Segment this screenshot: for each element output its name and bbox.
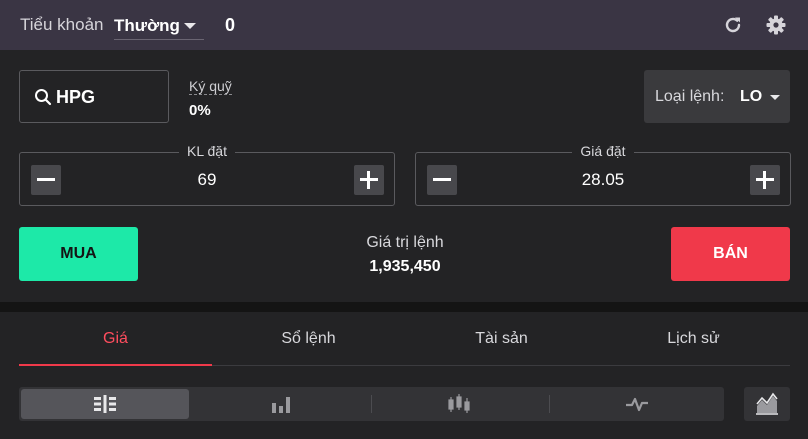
account-type-select[interactable]: Thường <box>114 13 204 40</box>
advanced-chart-button[interactable] <box>744 387 790 421</box>
area-chart-icon <box>756 392 778 415</box>
orderbook-icon <box>94 395 116 413</box>
quantity-label: KL đặt <box>179 143 235 159</box>
account-number: 0 <box>225 15 236 35</box>
view-volume-button[interactable] <box>197 389 365 419</box>
order-type-select[interactable]: Loại lệnh: LO <box>644 70 790 123</box>
line-chart-icon <box>626 397 648 412</box>
order-value-label: Giá trị lệnh <box>366 234 444 251</box>
price-input[interactable]: 28.05 <box>416 170 790 190</box>
account-bar: Tiểu khoản Thường 0 <box>0 0 808 50</box>
account-label: Tiểu khoản <box>20 15 104 34</box>
tab-history[interactable]: Lịch sử <box>597 312 790 366</box>
quantity-input[interactable]: 69 <box>20 170 394 190</box>
buy-button[interactable]: MUA <box>19 227 138 281</box>
chevron-down-icon <box>184 23 196 29</box>
refresh-icon[interactable] <box>722 14 744 36</box>
chevron-down-icon <box>770 95 780 100</box>
gear-icon[interactable] <box>765 14 787 36</box>
order-panel: HPG Ký quỹ 0% Loại lệnh: LO KL đặt 69 Gi… <box>0 50 808 302</box>
quantity-field: KL đặt 69 <box>19 143 395 206</box>
price-label: Giá đặt <box>572 143 634 159</box>
bar-chart-icon <box>272 397 290 413</box>
tab-assets[interactable]: Tài sản <box>405 312 598 366</box>
tab-bar: Giá Sổ lệnh Tài sản Lịch sử <box>19 312 790 366</box>
margin-label: Ký quỹ <box>189 78 232 95</box>
order-value: 1,935,450 <box>369 258 441 275</box>
tab-price[interactable]: Giá <box>19 312 212 366</box>
price-increase-button[interactable] <box>750 165 780 195</box>
quantity-increase-button[interactable] <box>354 165 384 195</box>
margin-value: 0% <box>189 102 211 119</box>
symbol-value: HPG <box>56 87 96 107</box>
view-candlestick-button[interactable] <box>375 389 543 419</box>
tab-order-book[interactable]: Sổ lệnh <box>212 312 405 366</box>
sell-button[interactable]: BÁN <box>671 227 790 281</box>
candlestick-icon <box>448 394 470 413</box>
view-mode-bar <box>19 387 724 421</box>
order-type-label: Loại lệnh: <box>655 88 725 105</box>
account-type-value: Thường <box>114 16 180 35</box>
order-type-value: LO <box>740 88 763 105</box>
symbol-search-input[interactable]: HPG <box>19 70 169 123</box>
view-line-button[interactable] <box>553 389 721 419</box>
price-field: Giá đặt 28.05 <box>415 143 791 206</box>
info-section: Giá Sổ lệnh Tài sản Lịch sử <box>0 312 808 439</box>
search-icon <box>35 89 52 106</box>
view-orderbook-button[interactable] <box>21 389 189 419</box>
